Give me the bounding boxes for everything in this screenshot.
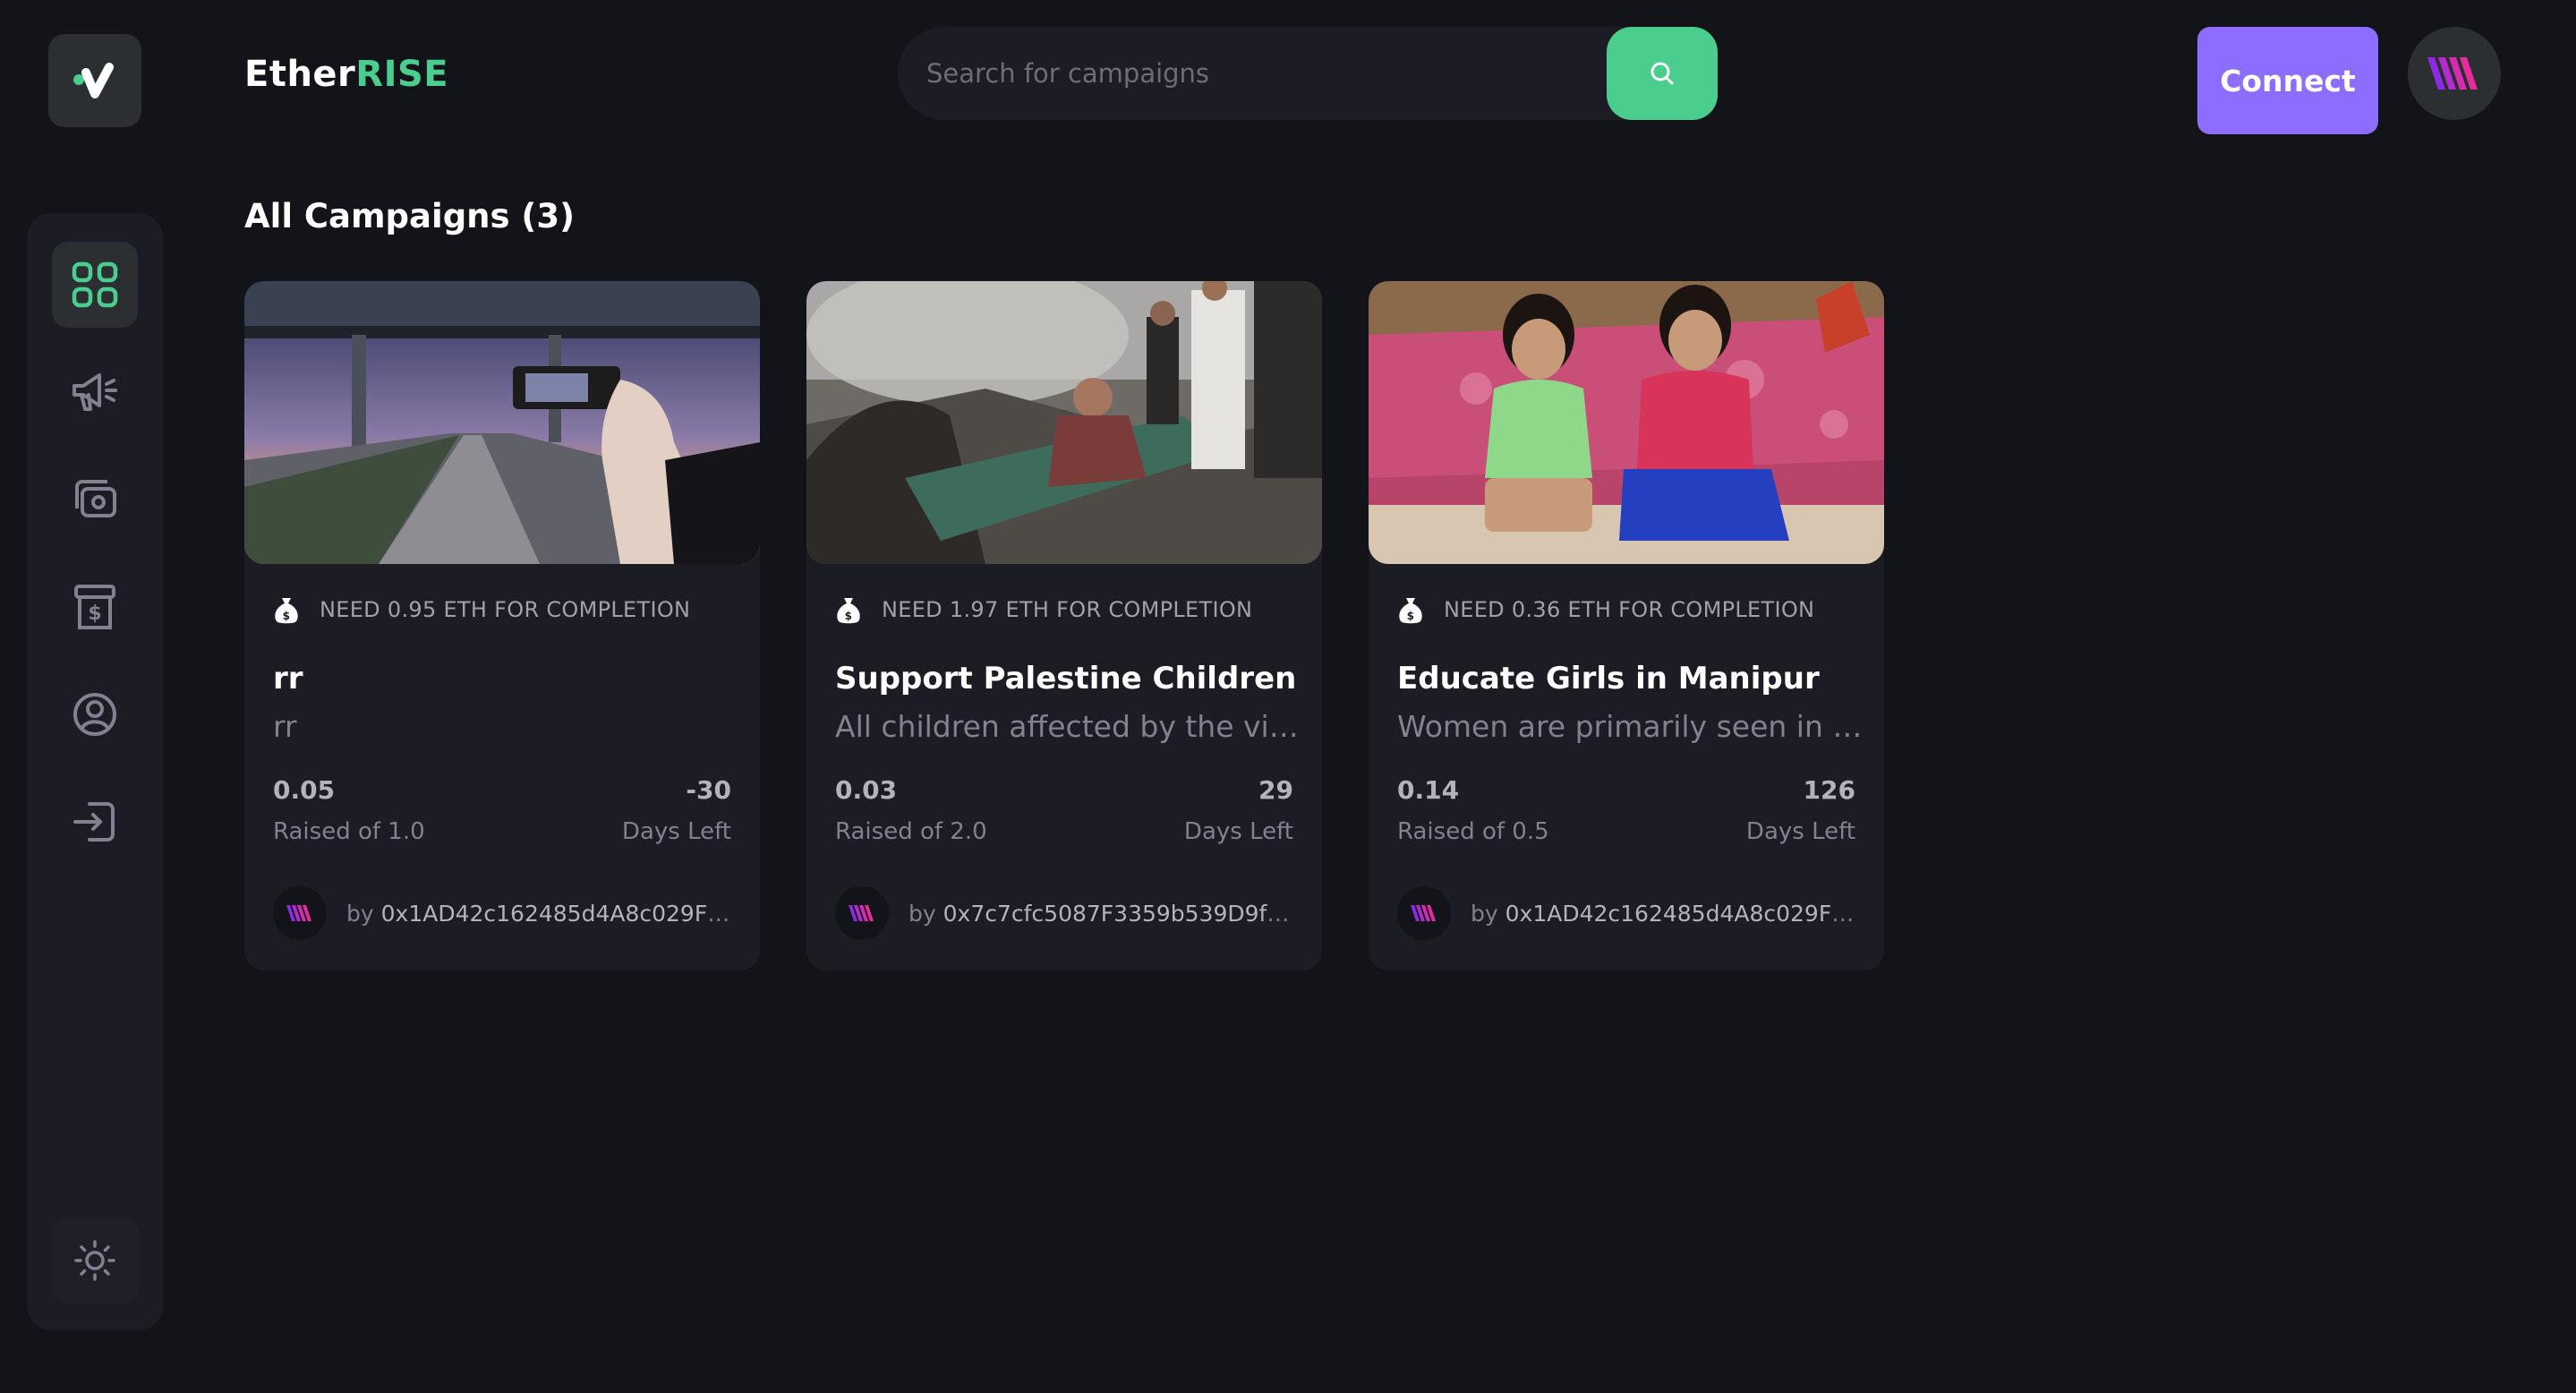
owner-logo-icon bbox=[286, 905, 311, 921]
campaign-owner: by 0x7c7cfc5087F3359b539D9fb9f0... bbox=[835, 886, 1293, 940]
owner-logo-icon bbox=[1411, 905, 1436, 921]
raised-amount: 0.14 bbox=[1397, 775, 1460, 805]
raised-label: Raised of 0.5 bbox=[1397, 818, 1549, 845]
sidebar-item-logout[interactable] bbox=[52, 779, 138, 865]
search-input[interactable] bbox=[898, 27, 1607, 120]
owner-by: by bbox=[1471, 900, 1498, 927]
owner-by: by bbox=[346, 900, 374, 927]
raised-label: Raised of 2.0 bbox=[835, 818, 987, 845]
avatar-logo-icon bbox=[2427, 57, 2478, 90]
campaign-image bbox=[806, 281, 1322, 564]
connect-button[interactable]: Connect bbox=[2197, 27, 2378, 134]
campaign-owner: by 0x1AD42c162485d4A8c029FC734... bbox=[273, 886, 731, 940]
search-button[interactable] bbox=[1607, 27, 1718, 120]
sidebar-item-campaign[interactable] bbox=[52, 349, 138, 435]
owner-address: 0x1AD42c162485d4A8c029FC734... bbox=[1505, 900, 1855, 927]
campaign-owner: by 0x1AD42c162485d4A8c029FC734... bbox=[1397, 886, 1855, 940]
logo-icon bbox=[73, 63, 114, 98]
campaign-card[interactable]: $ NEED 1.97 ETH FOR COMPLETION Support P… bbox=[806, 281, 1322, 970]
sidebar-item-dashboard[interactable] bbox=[52, 242, 138, 328]
withdraw-icon: $ bbox=[74, 585, 115, 629]
logout-icon bbox=[73, 802, 115, 842]
sun-icon bbox=[74, 1240, 115, 1281]
campaign-image bbox=[244, 281, 760, 564]
page-title: All Campaigns (3) bbox=[244, 197, 575, 235]
sidebar: $ bbox=[27, 213, 163, 1330]
search-bar bbox=[898, 27, 1718, 120]
owner-avatar bbox=[1397, 886, 1451, 940]
owner-address: 0x7c7cfc5087F3359b539D9fb9f0... bbox=[943, 900, 1293, 927]
sidebar-item-profile[interactable] bbox=[52, 671, 138, 757]
raised-label: Raised of 1.0 bbox=[273, 818, 425, 845]
svg-text:$: $ bbox=[283, 610, 291, 622]
raised-amount: 0.05 bbox=[273, 775, 336, 805]
campaign-title: rr bbox=[273, 661, 303, 696]
campaign-title: Support Palestine Children bbox=[835, 661, 1297, 696]
owner-avatar bbox=[835, 886, 889, 940]
days-left-value: -30 bbox=[686, 775, 731, 805]
campaign-description: Women are primarily seen in th... bbox=[1397, 709, 1863, 744]
campaign-title: Educate Girls in Manipur bbox=[1397, 661, 1820, 696]
owner-by: by bbox=[908, 900, 936, 927]
days-left-label: Days Left bbox=[1745, 818, 1855, 845]
dashboard-grid-icon bbox=[72, 261, 118, 308]
campaign-description: rr bbox=[273, 709, 297, 744]
owner-address: 0x1AD42c162485d4A8c029FC734... bbox=[380, 900, 731, 927]
svg-text:$: $ bbox=[845, 610, 853, 622]
funding-need-label: NEED 1.97 ETH FOR COMPLETION bbox=[882, 597, 1253, 622]
money-bag-icon: $ bbox=[275, 598, 298, 624]
campaign-card[interactable]: $ NEED 0.95 ETH FOR COMPLETION rr rr 0.0… bbox=[244, 281, 760, 970]
funding-need: $ NEED 0.95 ETH FOR COMPLETION bbox=[273, 594, 690, 625]
theme-toggle-button[interactable] bbox=[52, 1218, 138, 1303]
funding-need-label: NEED 0.95 ETH FOR COMPLETION bbox=[320, 597, 691, 622]
money-bag-icon: $ bbox=[837, 598, 860, 624]
days-left-label: Days Left bbox=[1183, 818, 1293, 845]
owner-avatar bbox=[273, 886, 327, 940]
funding-need-label: NEED 0.36 ETH FOR COMPLETION bbox=[1444, 597, 1815, 622]
raised-amount: 0.03 bbox=[835, 775, 898, 805]
campaign-description: All children affected by the viol... bbox=[835, 709, 1301, 744]
sidebar-item-withdraw[interactable]: $ bbox=[52, 564, 138, 650]
funding-need: $ NEED 0.36 ETH FOR COMPLETION bbox=[1397, 594, 1814, 625]
search-icon bbox=[1651, 62, 1674, 85]
svg-text:$: $ bbox=[88, 602, 101, 625]
days-left-label: Days Left bbox=[621, 818, 731, 845]
svg-text:$: $ bbox=[1407, 610, 1415, 622]
brand-title: EtherRISE bbox=[244, 54, 448, 95]
payment-icon bbox=[75, 480, 116, 517]
campaign-image bbox=[1369, 281, 1884, 564]
owner-logo-icon bbox=[849, 905, 874, 921]
money-bag-icon: $ bbox=[1399, 598, 1422, 624]
app-logo[interactable] bbox=[48, 34, 141, 127]
megaphone-icon bbox=[73, 373, 117, 411]
days-left-value: 126 bbox=[1803, 775, 1855, 805]
profile-icon bbox=[73, 693, 116, 736]
days-left-value: 29 bbox=[1258, 775, 1293, 805]
brand-accent: RISE bbox=[355, 54, 449, 95]
campaign-card[interactable]: $ NEED 0.36 ETH FOR COMPLETION Educate G… bbox=[1369, 281, 1884, 970]
profile-avatar[interactable] bbox=[2408, 27, 2501, 120]
funding-need: $ NEED 1.97 ETH FOR COMPLETION bbox=[835, 594, 1252, 625]
sidebar-item-payment[interactable] bbox=[52, 457, 138, 543]
brand-main: Ether bbox=[244, 54, 356, 95]
